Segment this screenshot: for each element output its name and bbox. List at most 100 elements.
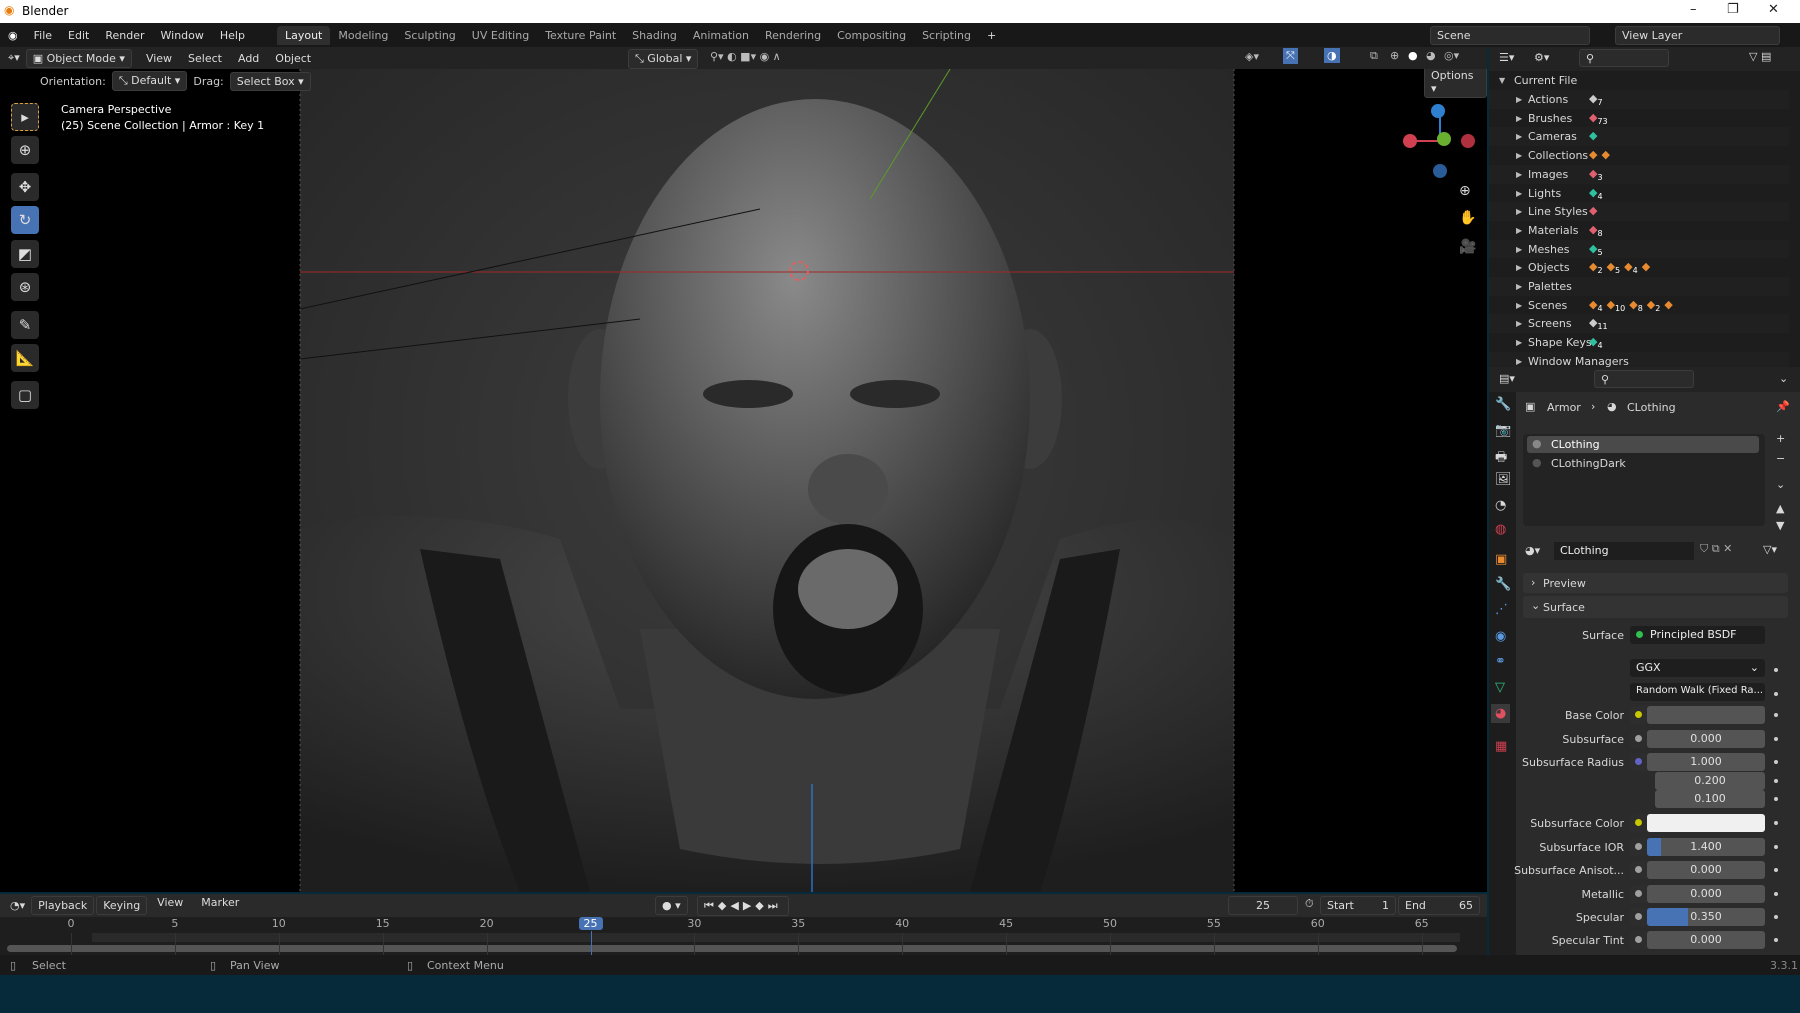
datablock-icons[interactable]: ◆8: [1589, 223, 1603, 238]
datablock-icon[interactable]: ◆: [1601, 148, 1609, 163]
remove-slot-button[interactable]: −: [1776, 452, 1785, 465]
move-up-icon[interactable]: ▲: [1776, 502, 1784, 515]
datablock-icon[interactable]: ◆8: [1629, 298, 1643, 313]
viewport-menu-select[interactable]: Select: [180, 52, 230, 65]
playhead-frame-label[interactable]: 25: [578, 917, 603, 930]
datablock-icon[interactable]: ◆4: [1589, 335, 1603, 350]
end-frame-field[interactable]: End 65: [1398, 896, 1480, 915]
keyframe-dot[interactable]: [1774, 779, 1778, 783]
property-field[interactable]: [1647, 814, 1765, 832]
scene-tab-icon[interactable]: ◔: [1495, 498, 1506, 513]
keyframe-dot[interactable]: [1774, 797, 1778, 801]
datablock-icons[interactable]: ◆4: [1589, 335, 1603, 350]
timeline-menu-view[interactable]: View: [149, 896, 191, 915]
options-dropdown[interactable]: Options ▾: [1424, 69, 1487, 98]
socket-link-button[interactable]: [1630, 814, 1647, 832]
timeline-menu-playback[interactable]: Playback: [31, 896, 95, 915]
viewport-menu-object[interactable]: Object: [267, 52, 319, 65]
modifier-tab-icon[interactable]: 🔧: [1495, 577, 1511, 592]
socket-link-button[interactable]: [1630, 753, 1647, 771]
workspace-tab-texture-paint[interactable]: Texture Paint: [537, 26, 624, 45]
fake-user-shield-icon[interactable]: ⛉ ⧉ ✕: [1700, 542, 1732, 556]
datablock-icons[interactable]: ◆4: [1589, 186, 1603, 201]
expand-arrow-icon[interactable]: ▼: [1499, 76, 1505, 85]
datablock-icon[interactable]: ◆: [1589, 148, 1597, 163]
datablock-icons[interactable]: ◆2 ◆5 ◆4 ◆: [1589, 260, 1650, 275]
select-box-tool-icon[interactable]: ▸: [11, 103, 39, 131]
minimize-button[interactable]: –: [1690, 2, 1697, 17]
outliner-item[interactable]: ▶ Shape Keys ◆4: [1489, 333, 1789, 353]
outliner-item[interactable]: ▶ Images ◆3: [1489, 164, 1789, 184]
workspace-tab-shading[interactable]: Shading: [624, 26, 685, 45]
expand-arrow-icon[interactable]: ▶: [1516, 338, 1522, 347]
maximize-button[interactable]: ❐: [1727, 2, 1739, 17]
property-field[interactable]: 1.000: [1647, 753, 1765, 771]
property-field[interactable]: 1.400: [1647, 838, 1765, 856]
keyframe-dot[interactable]: [1774, 892, 1778, 896]
keyframe-dot[interactable]: [1774, 713, 1778, 717]
transform-tool-icon[interactable]: ⊛: [11, 273, 39, 301]
property-field[interactable]: 0.000: [1647, 885, 1765, 903]
datablock-icons[interactable]: ◆: [1589, 204, 1597, 219]
outliner-item[interactable]: ▶ Actions ◆7: [1489, 90, 1789, 109]
distribution-dropdown[interactable]: GGX ⌄: [1630, 659, 1765, 677]
playhead-line[interactable]: [590, 931, 592, 955]
datablock-icons[interactable]: ◆73: [1589, 111, 1608, 126]
property-field[interactable]: [1647, 706, 1765, 724]
particles-tab-icon[interactable]: ⋰: [1495, 602, 1508, 617]
physics-tab-icon[interactable]: ◉: [1495, 629, 1506, 644]
material-name-field[interactable]: CLothing: [1554, 542, 1694, 560]
datablock-icon[interactable]: ◆5: [1607, 260, 1621, 275]
scene-selector[interactable]: Scene: [1430, 26, 1590, 45]
display-mode-icon[interactable]: ☰▾: [1499, 51, 1514, 64]
annotate-tool-icon[interactable]: ✎: [11, 311, 39, 339]
world-tab-icon[interactable]: ◍: [1495, 522, 1506, 537]
outliner-item[interactable]: ▶ Cameras ◆: [1489, 127, 1789, 147]
timeline-menu-keying[interactable]: Keying: [96, 896, 148, 915]
viewport-menu-view[interactable]: View: [138, 52, 180, 65]
subsurface-method-dropdown[interactable]: Random Walk (Fixed Ra...: [1630, 683, 1765, 701]
slot-item-selected[interactable]: ● CLothing: [1527, 436, 1759, 453]
outliner-item[interactable]: ▶ Collections ◆ ◆: [1489, 146, 1789, 166]
surface-panel-header[interactable]: ⌄ Surface: [1523, 596, 1788, 618]
expand-arrow-icon[interactable]: ▶: [1516, 189, 1522, 198]
outliner-root[interactable]: ▼ Current File: [1489, 71, 1789, 90]
visibility-icon[interactable]: ◈▾: [1245, 50, 1259, 63]
datablock-icons[interactable]: ◆11: [1589, 316, 1608, 331]
editor-type-icon[interactable]: ▤▾: [1499, 372, 1515, 385]
camera-view-icon[interactable]: 🎥: [1459, 239, 1476, 255]
texture-tab-icon[interactable]: ▦: [1495, 739, 1507, 754]
browse-material-icon[interactable]: ◕▾: [1525, 544, 1540, 557]
socket-link-button[interactable]: [1630, 908, 1647, 926]
object-tab-icon[interactable]: ▣: [1495, 552, 1507, 567]
datablock-icon[interactable]: ◆73: [1589, 111, 1608, 126]
expand-arrow-icon[interactable]: ▶: [1516, 114, 1522, 123]
tool-tab-icon[interactable]: 🔧: [1495, 397, 1511, 412]
editor-type-icon[interactable]: ◔▾: [10, 899, 25, 912]
menu-help[interactable]: Help: [212, 29, 253, 42]
shading-wireframe-icon[interactable]: ⊕: [1390, 49, 1399, 62]
datablock-icon[interactable]: ◆4: [1589, 298, 1603, 313]
add-slot-button[interactable]: +: [1776, 432, 1785, 445]
current-frame-field[interactable]: 25: [1228, 896, 1298, 915]
expand-arrow-icon[interactable]: ▶: [1516, 95, 1522, 104]
filter-type-icon[interactable]: ⚙▾: [1534, 51, 1549, 64]
socket-link-button[interactable]: [1630, 730, 1647, 748]
slot-item[interactable]: ● CLothingDark: [1527, 455, 1759, 472]
socket-link-button[interactable]: [1630, 885, 1647, 903]
keyframe-dot[interactable]: [1774, 692, 1778, 696]
expand-arrow-icon[interactable]: ▶: [1516, 319, 1522, 328]
outliner-item[interactable]: ▶ Line Styles ◆: [1489, 202, 1789, 222]
keyframe-dot[interactable]: [1774, 915, 1778, 919]
measure-tool-icon[interactable]: 📐: [11, 344, 39, 372]
expand-arrow-icon[interactable]: ▶: [1516, 132, 1522, 141]
keyframe-dot[interactable]: [1774, 845, 1778, 849]
workspace-tab-scripting[interactable]: Scripting: [914, 26, 979, 45]
view-layer-selector[interactable]: View Layer: [1615, 26, 1780, 45]
move-down-icon[interactable]: ▼: [1776, 519, 1784, 532]
workspace-tab-sculpting[interactable]: Sculpting: [396, 26, 463, 45]
outliner-item[interactable]: ▶ Lights ◆4: [1489, 183, 1789, 203]
properties-search-input[interactable]: ⚲: [1594, 370, 1694, 388]
workspace-tab-rendering[interactable]: Rendering: [757, 26, 829, 45]
datablock-icons[interactable]: ◆7: [1589, 92, 1603, 107]
